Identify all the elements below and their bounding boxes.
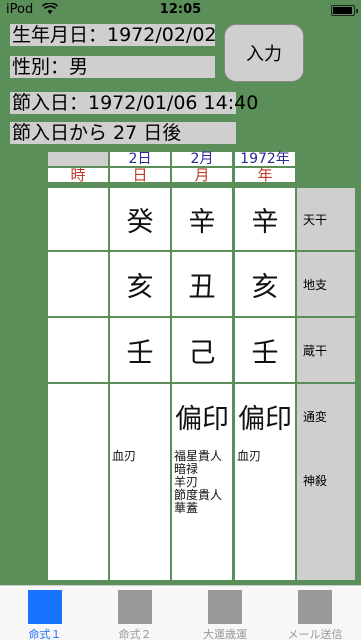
chart-cell (48, 384, 108, 448)
row-label: 通変 (297, 384, 355, 448)
tab-meishiki-1[interactable]: 命式１ (0, 586, 90, 640)
chart-cell (110, 384, 170, 448)
birth-date-field: 生年月日：1972/02/02 (10, 24, 217, 46)
chart-cell: 壬 (110, 318, 170, 382)
setsu-date-field: 節入日：1972/01/06 14:40 (10, 92, 259, 114)
shinsatsu-cell: 血刃 (235, 448, 295, 576)
tab-icon (118, 590, 152, 624)
tab-bar: 命式１ 命式２ 大運歳運 メール送信 (0, 585, 361, 640)
input-button[interactable]: 入力 (224, 24, 304, 82)
shinsatsu-cell (48, 448, 108, 576)
tab-daiun[interactable]: 大運歳運 (180, 586, 270, 640)
pillar-header: 時 (48, 168, 108, 183)
gender-field: 性別：男 (10, 56, 215, 78)
chart-cell: 癸 (110, 188, 170, 250)
row-label: 地支 (297, 252, 355, 316)
pillar-header: 月 (172, 168, 232, 183)
tab-icon (298, 590, 332, 624)
chart-cell (48, 188, 108, 250)
tab-mail[interactable]: メール送信 (270, 586, 360, 640)
chart-cell: 丑 (172, 252, 232, 316)
chart-cell: 偏印 (172, 384, 232, 448)
shinsatsu-cell: 血刃 (110, 448, 170, 576)
chart-cell: 己 (172, 318, 232, 382)
chart-cell (48, 318, 108, 382)
chart-cell: 辛 (172, 188, 232, 250)
tab-icon (208, 590, 242, 624)
column-date-header: 2日 (110, 152, 170, 166)
pillar-header: 年 (235, 168, 295, 183)
chart-cell: 偏印 (235, 384, 295, 448)
status-bar: iPod 12:05 (0, 0, 361, 20)
tab-label: 大運歳運 (203, 628, 247, 640)
tab-label: メール送信 (287, 628, 343, 640)
row-label: 天干 (297, 188, 355, 250)
row-label: 蔵干 (297, 318, 355, 382)
tab-icon (28, 590, 62, 624)
row-label: 神殺 (297, 448, 355, 576)
pillar-header: 日 (110, 168, 170, 183)
tab-label: 命式１ (28, 628, 62, 640)
battery-icon (331, 5, 358, 16)
chart-cell: 壬 (235, 318, 295, 382)
tab-meishiki-2[interactable]: 命式２ (90, 586, 180, 640)
chart-cell: 亥 (235, 252, 295, 316)
days-after-field: 節入日から 27 日後 (10, 122, 236, 144)
chart-cell (48, 252, 108, 316)
chart-cell: 辛 (235, 188, 295, 250)
column-date-header (48, 152, 108, 166)
chart-cell: 亥 (110, 252, 170, 316)
tab-label: 命式２ (118, 628, 152, 640)
column-date-header: 1972年 (235, 152, 295, 166)
column-date-header: 2月 (172, 152, 232, 166)
shinsatsu-cell: 福星貴人 暗禄 羊刃 節度貴人 華蓋 (172, 448, 232, 576)
clock: 12:05 (159, 2, 202, 17)
